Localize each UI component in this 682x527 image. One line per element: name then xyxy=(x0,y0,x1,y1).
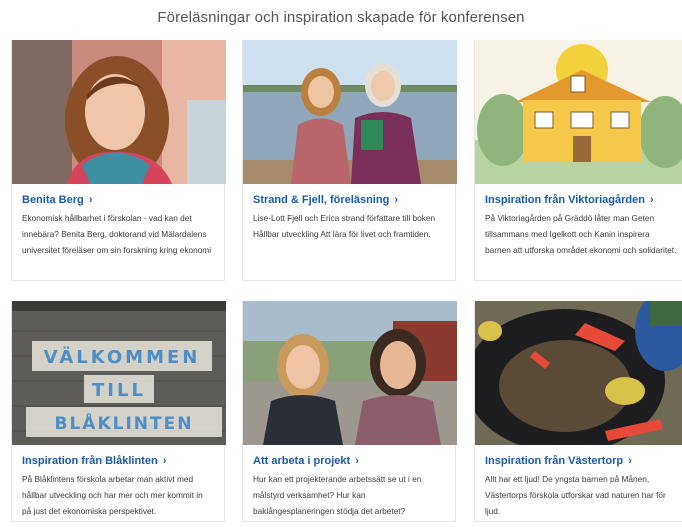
card-image-two-women-by-sea[interactable] xyxy=(243,40,457,184)
chevron-right-icon: › xyxy=(628,455,632,467)
chevron-right-icon: › xyxy=(162,455,167,467)
card-description: Allt har ett ljud! De yngsta barnen på M… xyxy=(485,474,666,516)
card-image-portrait-woman[interactable] xyxy=(12,40,226,184)
chevron-right-icon: › xyxy=(355,455,359,467)
card-description: Lise-Lott Fjell och Erica strand författ… xyxy=(253,213,436,239)
card-description: Ekonomisk hållbarhet i förskolan - vad k… xyxy=(22,213,212,255)
card-strand-fjell: Strand & Fjell, föreläsning › Lise-Lott … xyxy=(242,40,457,281)
card-vastertorp: Inspiration från Västertorp › Allt har e… xyxy=(474,301,682,522)
card-description: På Viktoriagården på Gräddö låter man Ge… xyxy=(485,213,677,255)
card-title-link[interactable]: Strand & Fjell, föreläsning › xyxy=(243,184,455,206)
card-title-link[interactable]: Inspiration från Västertorp › xyxy=(475,445,682,467)
card-image-two-women-outdoors[interactable] xyxy=(243,301,457,445)
card-title-link[interactable]: Benita Berg › xyxy=(12,184,224,206)
sign-line-2: TILL xyxy=(92,380,146,401)
card-benita-berg: Benita Berg › Ekonomisk hållbarhet i för… xyxy=(11,40,226,281)
card-description: På Blåklintens förskola arbetar man akti… xyxy=(22,474,203,516)
card-image-welcome-sign[interactable]: VÄLKOMMEN TILL BLÅKLINTEN xyxy=(12,301,226,445)
sign-line-1: VÄLKOMMEN xyxy=(44,346,201,368)
card-description: Hur kan ett projekterande arbetssätt se … xyxy=(253,474,422,516)
chevron-right-icon: › xyxy=(650,194,654,206)
card-title-link[interactable]: Att arbeta i projekt › xyxy=(243,445,455,467)
card-image-tire-and-shovels[interactable] xyxy=(475,301,682,445)
card-image-drawn-house[interactable] xyxy=(475,40,682,184)
section-heading: Föreläsningar och inspiration skapade fö… xyxy=(157,9,525,26)
chevron-right-icon: › xyxy=(88,194,93,206)
sign-line-3: BLÅKLINTEN xyxy=(55,411,194,434)
chevron-right-icon: › xyxy=(394,194,399,206)
card-viktoriagarden: Inspiration från Viktoriagården › På Vik… xyxy=(474,40,682,281)
card-blaklinten: VÄLKOMMEN TILL BLÅKLINTEN Inspiration fr… xyxy=(11,301,226,522)
card-title-link[interactable]: Inspiration från Viktoriagården › xyxy=(475,184,682,206)
card-att-arbeta-i-projekt: Att arbeta i projekt › Hur kan ett proje… xyxy=(242,301,457,522)
card-title-link[interactable]: Inspiration från Blåklinten › xyxy=(12,445,224,467)
